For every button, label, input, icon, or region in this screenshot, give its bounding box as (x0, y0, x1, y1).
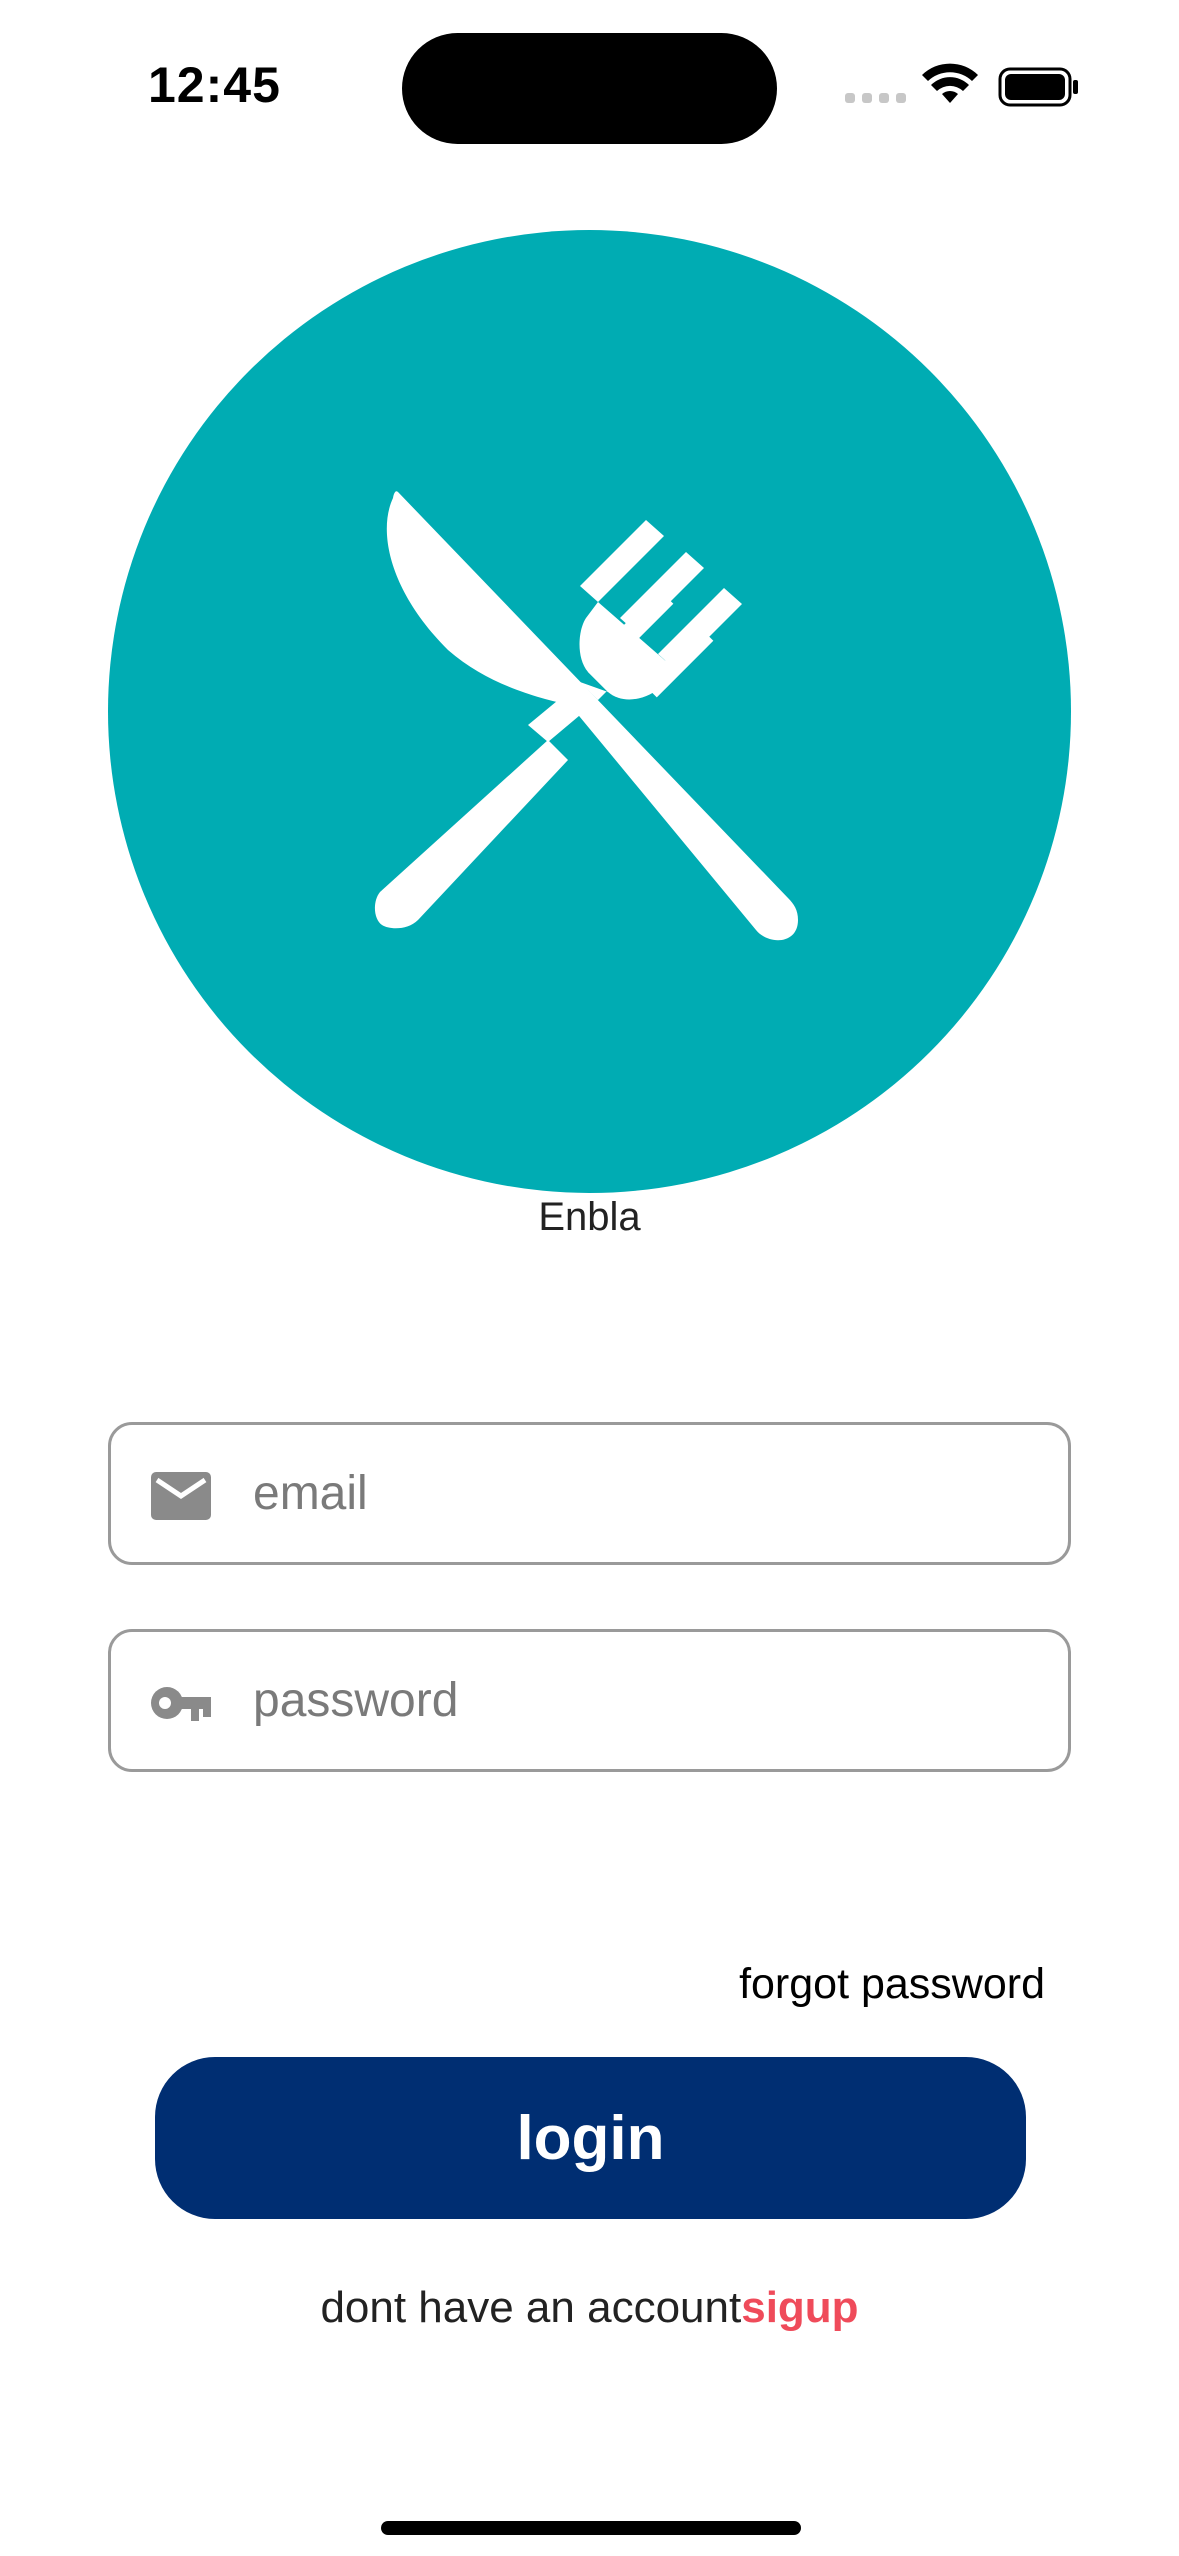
email-field[interactable] (108, 1422, 1071, 1565)
home-indicator[interactable] (381, 2521, 801, 2535)
signup-link[interactable]: sigup (741, 2283, 858, 2332)
email-input[interactable] (253, 1425, 1048, 1562)
forgot-password-link[interactable]: forgot password (739, 1960, 1045, 2009)
mail-icon (151, 1472, 211, 1520)
password-field[interactable] (108, 1629, 1071, 1772)
app-name: Enbla (538, 1195, 641, 1239)
wifi-icon (922, 63, 978, 103)
dynamic-island (402, 33, 777, 144)
status-time: 12:45 (148, 57, 281, 113)
signup-row: dont have an accountsigup (0, 2283, 1179, 2333)
cellular-signal-icon (845, 93, 907, 107)
status-bar: 12:45 (0, 0, 1179, 150)
password-input[interactable] (253, 1632, 1048, 1769)
signup-prompt: dont have an account (320, 2283, 742, 2332)
app-logo (108, 230, 1071, 1193)
key-icon (151, 1687, 211, 1721)
battery-icon (998, 67, 1078, 107)
login-button[interactable]: login (155, 2057, 1026, 2219)
